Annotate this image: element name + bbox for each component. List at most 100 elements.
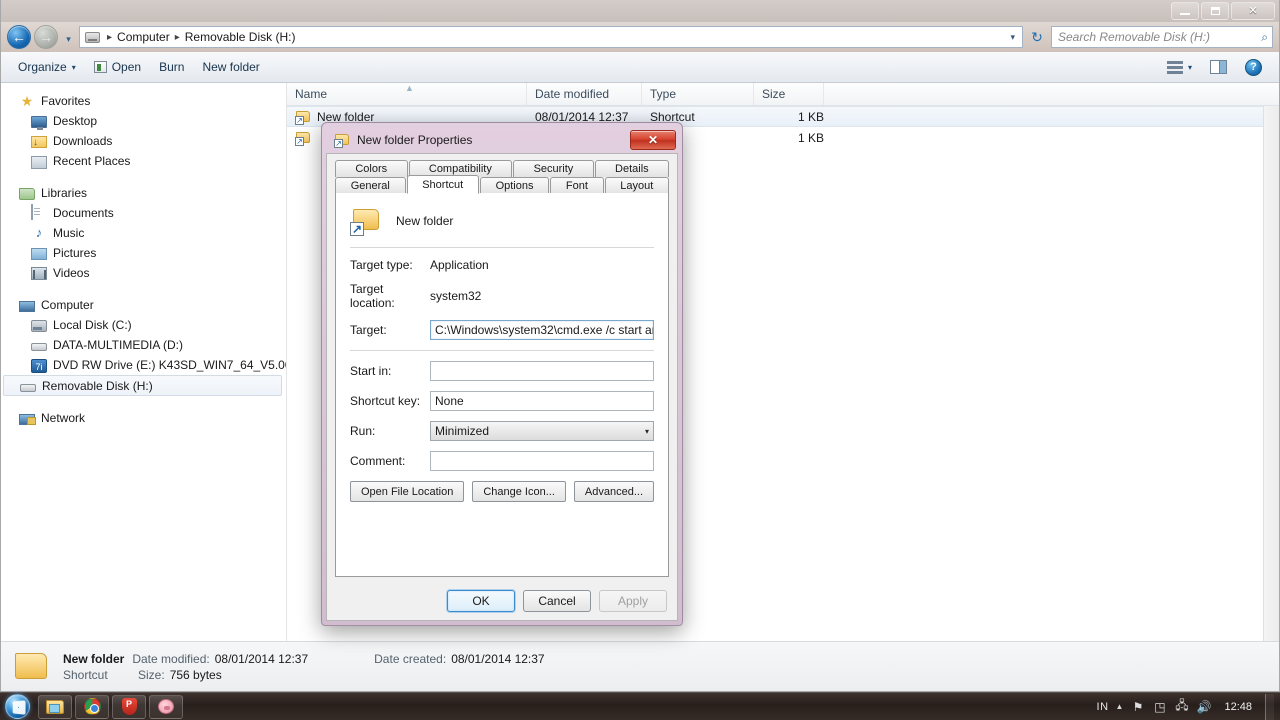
new-folder-button[interactable]: New folder xyxy=(193,56,268,78)
breadcrumb-separator-2: ▸ xyxy=(174,31,180,43)
safely-remove-hardware-icon[interactable]: ◳ xyxy=(1152,699,1167,714)
breadcrumb[interactable]: ▸ Computer ▸ Removable Disk (H:) ▾ xyxy=(79,26,1023,48)
sidebar-item-pictures[interactable]: Pictures xyxy=(1,243,286,263)
list-view-icon xyxy=(1166,60,1183,74)
address-dropdown-icon[interactable]: ▾ xyxy=(1010,32,1020,43)
volume-icon[interactable]: 🔊 xyxy=(1196,699,1211,714)
taskbar-item-chrome[interactable] xyxy=(75,694,109,719)
tab-colors[interactable]: Colors xyxy=(335,160,408,177)
comment-input[interactable] xyxy=(430,451,654,471)
sidebar-item-local-disk-c[interactable]: Local Disk (C:) xyxy=(1,315,286,335)
tab-security[interactable]: Security xyxy=(513,160,594,177)
breadcrumb-removable-disk[interactable]: Removable Disk (H:) xyxy=(183,30,298,44)
tab-details[interactable]: Details xyxy=(594,160,670,177)
sidebar-label-favorites: Favorites xyxy=(41,94,91,108)
sidebar-item-dvd-drive-e[interactable]: 7i DVD RW Drive (E:) K43SD_WIN7_64_V5.00 xyxy=(1,355,286,375)
help-button[interactable]: ? xyxy=(1236,55,1271,80)
sidebar-item-computer[interactable]: Computer xyxy=(1,295,286,315)
tab-shortcut[interactable]: Shortcut xyxy=(406,175,479,194)
sidebar-label-libraries: Libraries xyxy=(41,186,88,200)
tab-font[interactable]: Font xyxy=(550,177,604,194)
details-line-2: Shortcut Size: 756 bytes xyxy=(63,668,573,682)
burn-button[interactable]: Burn xyxy=(150,56,193,78)
open-button[interactable]: Open xyxy=(85,56,150,78)
sidebar-label-downloads: Downloads xyxy=(53,134,113,148)
breadcrumb-computer[interactable]: Computer xyxy=(115,30,172,44)
sidebar-item-videos[interactable]: Videos xyxy=(1,263,286,283)
organize-button[interactable]: Organize ▾ xyxy=(9,56,85,78)
tab-layout[interactable]: Layout xyxy=(604,177,670,194)
sidebar-item-documents[interactable]: Documents xyxy=(1,203,286,223)
ok-button[interactable]: OK xyxy=(447,590,515,612)
music-note-icon: ♪ xyxy=(35,225,43,240)
start-in-input[interactable] xyxy=(430,361,654,381)
sidebar-item-removable-disk-h[interactable]: Removable Disk (H:) xyxy=(3,375,282,396)
shortcut-tab-page: ↗ New folder Target type: Application Ta… xyxy=(335,193,669,577)
view-options-button[interactable]: ▾ xyxy=(1158,57,1201,78)
action-center-flag-icon[interactable]: ⚑ xyxy=(1130,699,1145,714)
history-dropdown-icon[interactable]: ▾ xyxy=(61,29,76,45)
start-button[interactable] xyxy=(2,694,32,720)
advanced-button[interactable]: Advanced... xyxy=(573,481,654,502)
sidebar-item-data-multimedia-d[interactable]: DATA-MULTIMEDIA (D:) xyxy=(1,335,286,355)
sidebar-item-recent-places[interactable]: Recent Places xyxy=(1,151,286,171)
refresh-icon[interactable]: ↻ xyxy=(1026,26,1048,48)
vertical-scrollbar[interactable] xyxy=(1263,106,1279,641)
dialog-close-button[interactable]: ✕ xyxy=(630,130,676,150)
column-header-size[interactable]: Size xyxy=(754,83,824,105)
taskbar-item-pig-app[interactable] xyxy=(149,694,183,719)
sidebar-item-libraries[interactable]: Libraries xyxy=(1,183,286,203)
change-icon-button[interactable]: Change Icon... xyxy=(472,481,566,502)
dialog-shortcut-icon: ↗ xyxy=(334,132,350,148)
taskbar-item-pdf-reader[interactable]: P xyxy=(112,694,146,719)
cancel-button[interactable]: Cancel xyxy=(523,590,591,612)
show-hidden-icons-icon[interactable]: ▲ xyxy=(1116,702,1124,711)
sidebar-item-music[interactable]: ♪ Music xyxy=(1,223,286,243)
tab-general[interactable]: General xyxy=(335,177,406,194)
search-placeholder: Search Removable Disk (H:) xyxy=(1058,30,1211,44)
forward-button[interactable]: → xyxy=(34,25,58,49)
target-input[interactable]: C:\Windows\system32\cmd.exe /c start are… xyxy=(430,320,654,340)
nav-group-network: Network xyxy=(1,408,286,428)
details-date-created-label: Date created: xyxy=(374,651,447,666)
sidebar-item-desktop[interactable]: Desktop xyxy=(1,111,286,131)
details-text: New folder Date modified: 08/01/2014 12:… xyxy=(63,652,573,682)
properties-dialog: ↗ New folder Properties ✕ Colors Compati… xyxy=(321,122,683,626)
sidebar-item-network[interactable]: Network xyxy=(1,408,286,428)
shortcut-key-input[interactable]: None xyxy=(430,391,654,411)
organize-label: Organize xyxy=(18,60,67,74)
taskbar: P IN ▲ ⚑ ◳ 🖧 🔊 12:48 xyxy=(0,692,1280,720)
show-desktop-button[interactable] xyxy=(1265,693,1274,720)
preview-pane-button[interactable] xyxy=(1201,56,1236,78)
dialog-titlebar: ↗ New folder Properties ✕ xyxy=(326,127,678,153)
tab-options[interactable]: Options xyxy=(479,177,550,194)
minimize-button[interactable] xyxy=(1171,2,1199,20)
field-target-location: Target location: system32 xyxy=(350,282,654,310)
maximize-restore-button[interactable] xyxy=(1201,2,1229,20)
column-header-date-modified[interactable]: Date modified xyxy=(527,83,642,105)
search-input[interactable]: Search Removable Disk (H:) ⌕ xyxy=(1051,26,1273,48)
preview-pane-icon xyxy=(1210,60,1227,74)
column-header-type[interactable]: Type xyxy=(642,83,754,105)
open-file-location-button[interactable]: Open File Location xyxy=(350,481,465,502)
tab-strip: Colors Compatibility Security Details Ge… xyxy=(327,154,677,194)
pig-app-icon xyxy=(158,699,174,714)
run-select[interactable]: Minimized ▾ xyxy=(430,421,654,441)
field-target-type: Target type: Application xyxy=(350,258,654,272)
chevron-down-icon: ▾ xyxy=(644,426,649,436)
sidebar-label-desktop: Desktop xyxy=(53,114,98,128)
chevron-down-icon: ▾ xyxy=(71,62,76,72)
clock[interactable]: 12:48 xyxy=(1218,701,1258,713)
taskbar-item-explorer[interactable] xyxy=(38,694,72,719)
sidebar-label-music: Music xyxy=(53,226,85,240)
field-target: Target: C:\Windows\system32\cmd.exe /c s… xyxy=(350,320,654,340)
sidebar-item-downloads[interactable]: Downloads xyxy=(1,131,286,151)
help-icon: ? xyxy=(1245,58,1262,76)
back-button[interactable]: ← xyxy=(7,25,31,49)
language-indicator[interactable]: IN xyxy=(1097,701,1109,713)
recent-places-icon xyxy=(31,155,47,169)
shortcut-file-icon: ↗ xyxy=(295,109,311,125)
close-window-button[interactable]: ✕ xyxy=(1231,2,1275,20)
network-tray-icon[interactable]: 🖧 xyxy=(1174,698,1189,714)
sidebar-item-favorites[interactable]: ★ Favorites xyxy=(1,91,286,111)
